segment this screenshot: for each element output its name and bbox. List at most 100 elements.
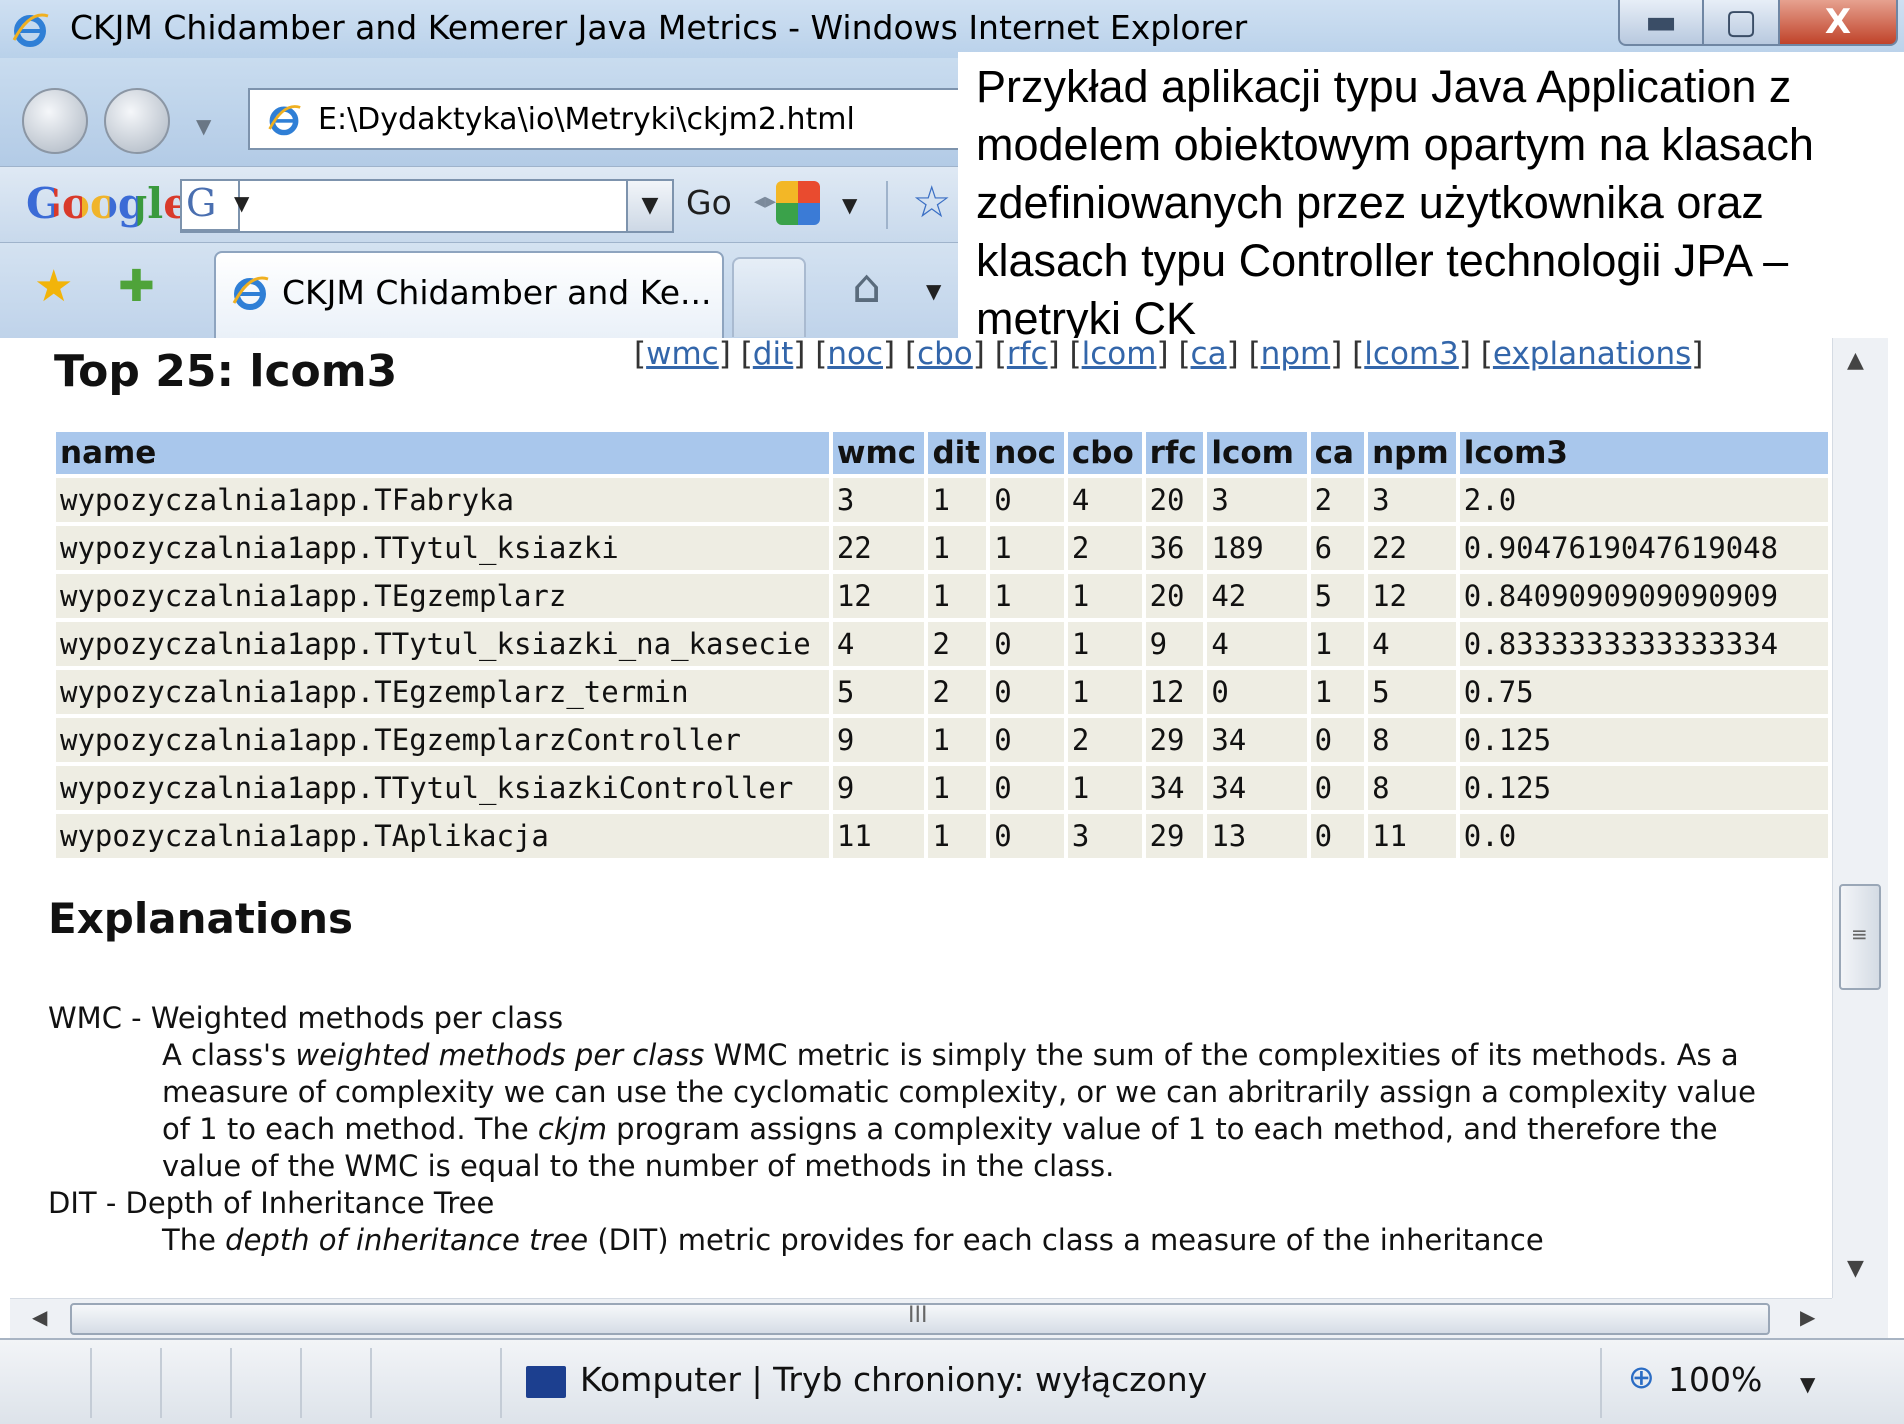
- cell-name: wypozyczalnia1app.TAplikacja: [56, 814, 829, 858]
- tab-ckjm[interactable]: CKJM Chidamber and Ke...: [214, 251, 724, 341]
- link-dit[interactable]: dit: [753, 338, 793, 372]
- table-row: wypozyczalnia1app.TEgzemplarzController 9…: [56, 718, 1828, 762]
- cell-dit: 2: [928, 622, 987, 666]
- scroll-up-icon[interactable]: ▲: [1847, 348, 1864, 373]
- google-puzzle-icon[interactable]: [776, 181, 820, 225]
- recent-pages-dropdown-icon[interactable]: ▼: [196, 114, 211, 138]
- dit-description: The depth of inheritance tree (DIT) metr…: [48, 1222, 1788, 1259]
- status-divider: [500, 1348, 502, 1418]
- cell-wmc: 12: [832, 574, 925, 618]
- google-go-button[interactable]: Go: [686, 183, 732, 222]
- header-lcom: lcom: [1207, 432, 1307, 474]
- cell-cbo: 1: [1067, 622, 1142, 666]
- cell-cbo: 4: [1067, 478, 1142, 522]
- horizontal-scroll-thumb[interactable]: III: [70, 1303, 1770, 1335]
- ie-logo-icon: [12, 13, 49, 47]
- link-cbo[interactable]: cbo: [917, 338, 973, 372]
- minimize-icon: ▬: [1644, 2, 1678, 42]
- cell-npm: 3: [1368, 478, 1456, 522]
- status-divider: [90, 1348, 92, 1418]
- link-lcom3[interactable]: lcom3: [1364, 338, 1459, 372]
- zoom-icon[interactable]: ⊕: [1628, 1358, 1655, 1396]
- back-button[interactable]: [22, 88, 88, 154]
- cell-noc: 1: [990, 526, 1064, 570]
- google-g-button[interactable]: G: [180, 179, 240, 231]
- wmc-description: A class's weighted methods per class WMC…: [48, 1037, 1788, 1185]
- cell-lcom3: 0.8409090909090909: [1459, 574, 1828, 618]
- zoom-dropdown-icon[interactable]: ▼: [1800, 1372, 1815, 1396]
- cell-wmc: 9: [832, 718, 925, 762]
- close-icon: X: [1824, 2, 1852, 42]
- link-noc[interactable]: noc: [827, 338, 883, 372]
- link-rfc[interactable]: rfc: [1007, 338, 1048, 372]
- table-header-row: name wmc dit noc cbo rfc lcom ca npm lco…: [56, 432, 1828, 474]
- tab-label: CKJM Chidamber and Ke...: [282, 273, 712, 312]
- window-controls: ▬ ▢ X: [1618, 0, 1898, 46]
- address-text[interactable]: E:\Dydaktyka\io\Metryki\ckjm2.html: [318, 102, 855, 137]
- minimize-button[interactable]: ▬: [1618, 0, 1704, 46]
- status-divider: [230, 1348, 232, 1418]
- cell-wmc: 3: [832, 478, 925, 522]
- link-npm[interactable]: npm: [1261, 338, 1331, 372]
- status-divider: [370, 1348, 372, 1418]
- cell-wmc: 4: [832, 622, 925, 666]
- cell-npm: 22: [1368, 526, 1456, 570]
- google-search-input[interactable]: [180, 179, 674, 233]
- computer-zone-icon: [526, 1366, 566, 1398]
- cell-ca: 0: [1310, 718, 1365, 762]
- header-npm: npm: [1368, 432, 1456, 474]
- scrollbar-corner: [1832, 1298, 1888, 1338]
- page-ie-icon: [268, 105, 301, 136]
- zoom-level[interactable]: 100%: [1668, 1360, 1762, 1399]
- header-noc: noc: [990, 432, 1064, 474]
- bookmark-star-icon[interactable]: ☆: [912, 177, 951, 228]
- link-ca[interactable]: ca: [1191, 338, 1227, 372]
- cell-dit: 1: [928, 766, 987, 810]
- close-button[interactable]: X: [1780, 0, 1898, 46]
- table-row: wypozyczalnia1app.TEgzemplarz_termin 5 2 0 1…: [56, 670, 1828, 714]
- google-search-dropdown-icon[interactable]: ▼: [626, 181, 672, 231]
- cell-ca: 2: [1310, 478, 1365, 522]
- home-icon[interactable]: ⌂: [852, 259, 881, 313]
- cell-cbo: 2: [1067, 526, 1142, 570]
- cell-name: wypozyczalnia1app.TEgzemplarz: [56, 574, 829, 618]
- dit-text-1: The: [162, 1223, 226, 1257]
- cell-lcom3: 0.75: [1459, 670, 1828, 714]
- link-explanations[interactable]: explanations: [1493, 338, 1691, 372]
- cell-name: wypozyczalnia1app.TEgzemplarzController: [56, 718, 829, 762]
- cell-cbo: 1: [1067, 574, 1142, 618]
- horizontal-scrollbar[interactable]: ◀ III ▶: [10, 1298, 1832, 1338]
- link-wmc[interactable]: wmc: [646, 338, 719, 372]
- add-to-favorites-icon[interactable]: ✚: [118, 261, 155, 312]
- cell-npm: 12: [1368, 574, 1456, 618]
- maximize-button[interactable]: ▢: [1704, 0, 1780, 46]
- cell-lcom3: 0.9047619047619048: [1459, 526, 1828, 570]
- link-lcom[interactable]: lcom: [1082, 338, 1157, 372]
- wmc-emphasis-1: weighted methods per class: [295, 1038, 705, 1072]
- home-dropdown-icon[interactable]: ▼: [926, 279, 941, 303]
- wmc-term: WMC - Weighted methods per class: [48, 1001, 564, 1035]
- status-bar: Komputer | Tryb chroniony: wyłączony ⊕ 1…: [0, 1338, 1904, 1424]
- scroll-down-icon[interactable]: ▼: [1847, 1256, 1864, 1281]
- table-row: wypozyczalnia1app.TTytul_ksiazki 22 1 1 2 36 1…: [56, 526, 1828, 570]
- forward-button[interactable]: [104, 88, 170, 154]
- new-tab-button[interactable]: [732, 257, 806, 337]
- table-row: wypozyczalnia1app.TEgzemplarz 12 1 1 1 20 42 5 1…: [56, 574, 1828, 618]
- metric-links: [wmc] [dit] [noc] [cbo] [rfc] [lcom] [ca…: [634, 338, 1704, 372]
- cell-lcom3: 0.125: [1459, 766, 1828, 810]
- cell-ca: 0: [1310, 766, 1365, 810]
- puzzle-dropdown-icon[interactable]: ▼: [842, 193, 857, 217]
- scroll-left-icon[interactable]: ◀: [32, 1305, 47, 1329]
- security-zone-text[interactable]: Komputer | Tryb chroniony: wyłączony: [580, 1360, 1207, 1399]
- dit-emphasis-1: depth of inheritance tree: [225, 1223, 589, 1257]
- cell-noc: 1: [990, 574, 1064, 618]
- vertical-scroll-thumb[interactable]: ≡: [1839, 884, 1881, 991]
- scroll-right-icon[interactable]: ▶: [1800, 1305, 1815, 1329]
- google-g-dropdown-icon[interactable]: ▼: [234, 191, 249, 215]
- cell-dit: 2: [928, 670, 987, 714]
- address-bar[interactable]: E:\Dydaktyka\io\Metryki\ckjm2.html: [248, 88, 1008, 150]
- favorites-center-icon[interactable]: ★: [34, 261, 73, 312]
- vertical-scrollbar[interactable]: ▲ ≡ ▼: [1832, 338, 1888, 1298]
- table-row: wypozyczalnia1app.TFabryka 3 1 0 4 20 3 2 3 2.0: [56, 478, 1828, 522]
- cell-lcom: 0: [1207, 670, 1307, 714]
